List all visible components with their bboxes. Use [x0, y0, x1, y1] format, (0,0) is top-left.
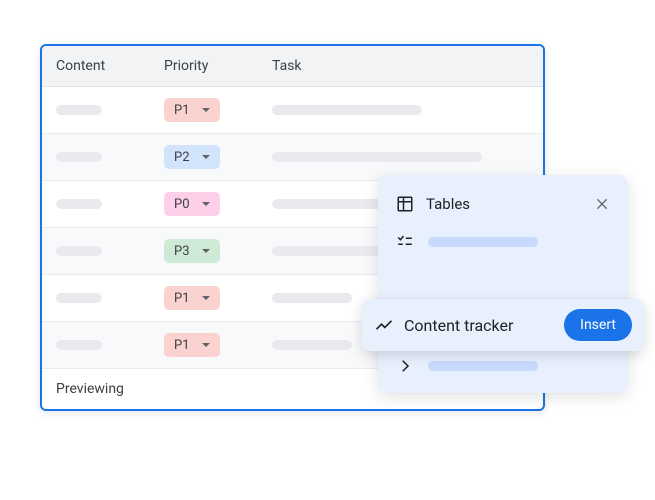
priority-chip[interactable]: P2 [164, 145, 220, 169]
trend-icon [374, 315, 394, 335]
checklist-icon [396, 233, 414, 251]
popup-item[interactable] [378, 347, 628, 385]
priority-label: P1 [174, 291, 190, 306]
content-placeholder [56, 340, 102, 350]
table-header-row: Content Priority Task [42, 46, 543, 87]
chevron-down-icon [202, 202, 210, 206]
chevron-down-icon [202, 155, 210, 159]
popup-title: Tables [426, 195, 594, 213]
priority-label: P1 [174, 103, 190, 118]
content-placeholder [56, 293, 102, 303]
table-row[interactable]: P2 [42, 134, 543, 181]
popup-item[interactable] [378, 223, 628, 261]
chevron-down-icon [202, 296, 210, 300]
content-placeholder [56, 246, 102, 256]
priority-chip[interactable]: P1 [164, 333, 220, 357]
task-placeholder [272, 152, 482, 162]
priority-label: P3 [174, 244, 190, 259]
table-row[interactable]: P1 [42, 87, 543, 134]
priority-chip[interactable]: P3 [164, 239, 220, 263]
task-placeholder [272, 340, 352, 350]
priority-label: P1 [174, 338, 190, 353]
popup-header: Tables [378, 183, 628, 223]
tables-popup: Tables [378, 175, 628, 393]
content-placeholder [56, 152, 102, 162]
column-header-task[interactable]: Task [258, 46, 543, 86]
popup-item-highlighted[interactable]: Content tracker Insert [362, 299, 644, 351]
priority-chip[interactable]: P1 [164, 286, 220, 310]
priority-label: P2 [174, 150, 190, 165]
priority-chip[interactable]: P0 [164, 192, 220, 216]
content-placeholder [56, 199, 102, 209]
table-icon [396, 195, 414, 213]
chevron-down-icon [202, 108, 210, 112]
item-placeholder [428, 237, 538, 247]
priority-label: P0 [174, 197, 190, 212]
chevron-down-icon [202, 343, 210, 347]
item-placeholder [428, 361, 538, 371]
highlighted-label: Content tracker [404, 316, 554, 335]
column-header-content[interactable]: Content [42, 46, 150, 86]
chevron-right-icon [396, 357, 414, 375]
task-placeholder [272, 293, 352, 303]
content-placeholder [56, 105, 102, 115]
priority-chip[interactable]: P1 [164, 98, 220, 122]
chevron-down-icon [202, 249, 210, 253]
column-header-priority[interactable]: Priority [150, 46, 258, 86]
insert-button[interactable]: Insert [564, 309, 632, 341]
task-placeholder [272, 105, 422, 115]
close-icon[interactable] [594, 196, 610, 212]
